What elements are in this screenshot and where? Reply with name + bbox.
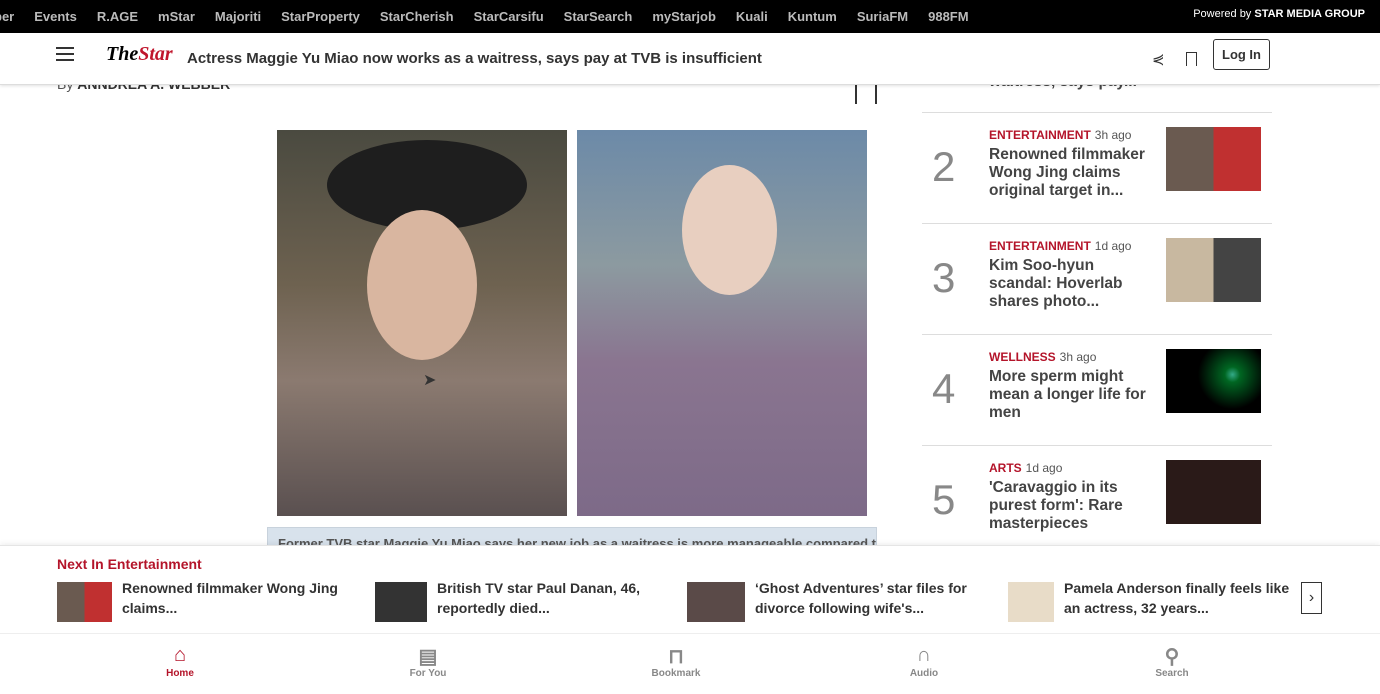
next-item[interactable]: Renowned filmmaker Wong Jing claims... (57, 580, 347, 622)
trending-thumbnail[interactable] (1166, 238, 1261, 302)
network-link[interactable]: StarCarsifu (474, 9, 544, 24)
article-image-right (577, 130, 867, 516)
group-name: STAR MEDIA GROUP (1254, 8, 1365, 20)
nav-label: Bookmark (651, 668, 701, 679)
network-link[interactable]: per (0, 9, 14, 24)
trending-item[interactable]: 4 WELLNESS 3h ago More sperm might mean a… (922, 335, 1272, 446)
chevron-right-icon[interactable]: › (1301, 582, 1322, 614)
nav-home[interactable]: ⌂ Home (130, 644, 230, 679)
site-header: TheStar Actress Maggie Yu Miao now works… (0, 33, 1380, 85)
network-link[interactable]: SuriaFM (857, 9, 908, 24)
header-article-title: Actress Maggie Yu Miao now works as a wa… (187, 50, 762, 67)
trending-item[interactable]: 5 ARTS 1d ago 'Caravaggio in its purest f… (922, 446, 1272, 557)
next-in-section: Next In Entertainment Renowned filmmaker… (0, 545, 1380, 633)
network-link[interactable]: StarCherish (380, 9, 454, 24)
trending-thumbnail[interactable] (1166, 349, 1261, 413)
network-bar: per Events R.AGE mStar Majoriti StarProp… (0, 0, 1380, 33)
trending-rank: 4 (932, 365, 956, 412)
nav-for-you[interactable]: ▤ For You (378, 644, 478, 679)
nav-label: Home (166, 668, 194, 679)
next-item[interactable]: Pamela Anderson finally feels like an ac… (1008, 580, 1293, 622)
next-title[interactable]: Renowned filmmaker Wong Jing claims... (122, 578, 347, 622)
next-title[interactable]: ‘Ghost Adventures’ star files for divorc… (755, 578, 977, 622)
logo[interactable]: TheStar (106, 43, 173, 66)
network-link[interactable]: 988FM (928, 9, 968, 24)
next-item[interactable]: ‘Ghost Adventures’ star files for divorc… (687, 580, 977, 622)
trending-time: 3h ago (1094, 128, 1132, 142)
next-title[interactable]: British TV star Paul Danan, 46, reported… (437, 578, 665, 622)
network-link[interactable]: Kuali (736, 9, 768, 24)
next-item[interactable]: British TV star Paul Danan, 46, reported… (375, 580, 665, 622)
next-thumbnail (375, 582, 427, 622)
nav-label: Search (1155, 668, 1189, 679)
network-link[interactable]: myStarjob (652, 9, 716, 24)
nav-label: Audio (909, 668, 939, 679)
network-link[interactable]: Majoriti (215, 9, 261, 24)
newspaper-icon: ▤ (418, 646, 438, 668)
trending-title[interactable]: Kim Soo-hyun scandal: Hoverlab shares ph… (989, 257, 1149, 311)
login-button[interactable]: Log In (1213, 39, 1270, 70)
trending-category[interactable]: WELLNESS (989, 350, 1056, 364)
search-icon: ⚲ (1164, 646, 1180, 668)
next-heading: Next In Entertainment (57, 556, 202, 572)
share-icon[interactable]: ⋞ (1152, 50, 1165, 68)
trending-category[interactable]: ARTS (989, 461, 1022, 475)
trending-thumbnail[interactable] (1166, 127, 1261, 191)
network-link[interactable]: R.AGE (97, 9, 138, 24)
bookmark-icon: ⊓ (668, 646, 684, 668)
trending-time: 1d ago (1025, 461, 1063, 475)
nav-label: For You (409, 668, 447, 679)
next-thumbnail (687, 582, 745, 622)
logo-star: Star (138, 43, 173, 65)
trending-rank: 2 (932, 143, 956, 190)
headphones-icon: ∩ (916, 644, 932, 666)
mouse-cursor-icon: ➤ (423, 372, 437, 389)
powered-by[interactable]: Powered by STAR MEDIA GROUP (1187, 8, 1365, 20)
trending-time: 1d ago (1094, 239, 1132, 253)
network-link[interactable]: mStar (158, 9, 195, 24)
network-link[interactable]: StarProperty (281, 9, 360, 24)
next-title[interactable]: Pamela Anderson finally feels like an ac… (1064, 578, 1293, 622)
trending-time: 3h ago (1059, 350, 1097, 364)
nav-search[interactable]: ⚲ Search (1122, 644, 1222, 679)
powered-by-label: Powered by (1193, 8, 1252, 20)
trending-title[interactable]: More sperm might mean a longer life for … (989, 368, 1149, 422)
network-link[interactable]: StarSearch (564, 9, 633, 24)
logo-the: The (106, 43, 139, 65)
network-links: per Events R.AGE mStar Majoriti StarProp… (0, 9, 989, 24)
next-thumbnail (1008, 582, 1054, 622)
network-link[interactable]: Events (34, 9, 77, 24)
home-icon: ⌂ (173, 644, 187, 666)
menu-icon[interactable] (56, 47, 74, 61)
nav-bookmark[interactable]: ⊓ Bookmark (626, 644, 726, 679)
trending-item[interactable]: 2 ENTERTAINMENT 3h ago Renowned filmmaker… (922, 113, 1272, 224)
next-thumbnail (57, 582, 112, 622)
article-image-left (277, 130, 567, 516)
trending-item[interactable]: 3 ENTERTAINMENT 1d ago Kim Soo-hyun scand… (922, 224, 1272, 335)
trending-category[interactable]: ENTERTAINMENT (989, 128, 1091, 142)
bottom-nav: ⌂ Home ▤ For You ⊓ Bookmark ∩ Audio ⚲ Search (0, 633, 1380, 694)
trending-title[interactable]: 'Caravaggio in its purest form': Rare ma… (989, 479, 1149, 533)
trending-title[interactable]: Renowned filmmaker Wong Jing claims orig… (989, 146, 1149, 200)
bookmark-icon[interactable] (1186, 52, 1197, 66)
trending-rank: 5 (932, 476, 956, 523)
trending-thumbnail[interactable] (1166, 460, 1261, 524)
nav-audio[interactable]: ∩ Audio (874, 644, 974, 679)
trending-rank: 3 (932, 254, 956, 301)
network-link[interactable]: Kuntum (788, 9, 837, 24)
trending-category[interactable]: ENTERTAINMENT (989, 239, 1091, 253)
